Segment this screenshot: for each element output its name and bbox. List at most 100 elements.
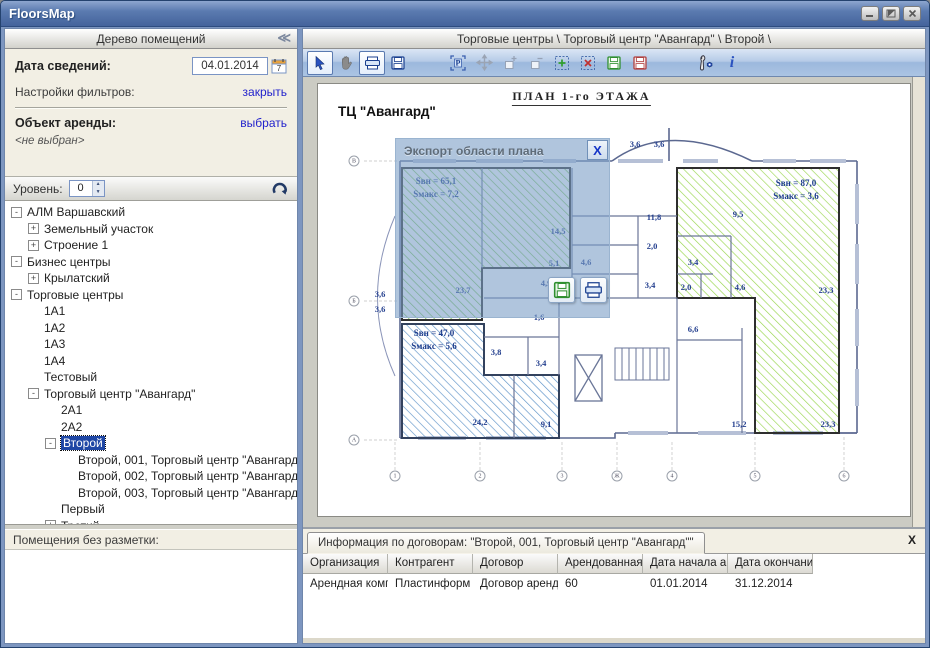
level-stepper[interactable]: 0 ▲ ▼ (69, 180, 105, 197)
region-zoom-in-button[interactable] (497, 51, 523, 75)
collapse-icon[interactable]: - (11, 289, 22, 300)
tree-item[interactable]: + Строение 1 (5, 237, 297, 254)
tree-item[interactable]: -Торговые центры (5, 287, 297, 304)
tree-item-label[interactable]: Крылатский (44, 271, 110, 285)
calendar-icon[interactable]: 7 (271, 58, 287, 74)
expand-icon[interactable]: + (28, 273, 39, 284)
contracts-table-header: ОрганизацияКонтрагентДоговорАрендованная… (303, 554, 925, 574)
app-window: FloorsMap Дерево помещений ≪ Дата сведен… (0, 0, 930, 648)
expand-icon[interactable]: + (28, 240, 39, 251)
tree-item[interactable]: Второй, 003, Торговый центр "Авангард" (5, 485, 297, 502)
tree-item[interactable]: Первый (5, 501, 297, 518)
tree-item[interactable]: 2А1 (5, 402, 297, 419)
tree-item-label[interactable]: Тестовый (44, 370, 97, 384)
tree-item-label[interactable]: 1А3 (44, 337, 65, 351)
region-delete-button[interactable] (575, 51, 601, 75)
level-down-icon[interactable]: ▼ (93, 189, 104, 197)
tree-item[interactable]: -Бизнес центры (5, 254, 297, 271)
settings-button[interactable] (693, 51, 719, 75)
tree-item[interactable]: -Торговый центр "Авангард" (5, 386, 297, 403)
tree-item-label[interactable]: АЛМ Варшавский (27, 205, 125, 219)
tree-item-label[interactable]: Торговые центры (27, 288, 123, 302)
floor-plan-sheet[interactable]: ПЛАН 1-го ЭТАЖА ТЦ "Авангард" 3,63,63,63… (317, 83, 911, 517)
column-header[interactable]: Организация (303, 554, 388, 574)
tree-item[interactable]: 1А2 (5, 320, 297, 337)
export-print-button[interactable] (580, 277, 607, 303)
collapse-icon[interactable]: - (11, 207, 22, 218)
tools-icon (697, 54, 715, 72)
tree-item[interactable]: Тестовый (5, 369, 297, 386)
tree-item-label[interactable]: Первый (61, 502, 105, 516)
region-move-button[interactable] (471, 51, 497, 75)
filters-label: Настройки фильтров: (15, 85, 135, 99)
collapse-icon[interactable]: - (45, 438, 56, 449)
region-select-button[interactable]: P (445, 51, 471, 75)
save-icon (390, 55, 406, 71)
minimize-button[interactable] (861, 6, 879, 21)
pan-tool-button[interactable] (333, 51, 359, 75)
tree-item-label[interactable]: Бизнес центры (27, 255, 111, 269)
tree-item[interactable]: 1А4 (5, 353, 297, 370)
close-button[interactable] (903, 6, 921, 21)
region-add-button[interactable] (549, 51, 575, 75)
premises-panel-header: Дерево помещений ≪ (5, 29, 297, 49)
tree-item[interactable]: 1А3 (5, 336, 297, 353)
column-header[interactable]: Арендованная ... (558, 554, 643, 574)
tree-item-label[interactable]: 2А1 (61, 403, 82, 417)
dimension-label: 3,6 (654, 139, 665, 149)
grid-axis-marker: 1 (390, 471, 401, 482)
export-close-button[interactable]: X (587, 140, 608, 160)
info-button[interactable]: i (719, 51, 745, 75)
region-zoom-out-button[interactable] (523, 51, 549, 75)
region-cancel-button[interactable] (627, 51, 653, 75)
tree-item[interactable]: 1А1 (5, 303, 297, 320)
tree-item[interactable]: Второй, 002, Торговый центр "Авангард" (5, 468, 297, 485)
save-image-button[interactable] (385, 51, 411, 75)
maximize-button[interactable] (882, 6, 900, 21)
export-region-overlay[interactable]: Экспорт области плана X (395, 138, 610, 318)
tree-item[interactable]: -АЛМ Варшавский (5, 204, 297, 221)
level-up-icon[interactable]: ▲ (93, 181, 104, 189)
select-tool-button[interactable] (307, 51, 333, 75)
tree-item-label[interactable]: Строение 1 (44, 238, 108, 252)
contracts-close-button[interactable]: X (908, 534, 916, 546)
tree-item[interactable]: + Земельный участок (5, 221, 297, 238)
refresh-icon[interactable] (271, 180, 289, 197)
tree-item-label[interactable]: Торговый центр "Авангард" (44, 387, 195, 401)
level-label: Уровень: (13, 182, 63, 196)
tree-item-label[interactable]: 2А2 (61, 420, 82, 434)
dimension-label: 3,4 (645, 280, 656, 290)
expand-icon[interactable]: + (28, 223, 39, 234)
tree-item-label[interactable]: Второй, 001, Торговый центр "Авангард" (78, 453, 297, 467)
tree-item-label[interactable]: Второй, 003, Торговый центр "Авангард" (78, 486, 297, 500)
rent-object-label: Объект аренды: (15, 116, 116, 130)
filters-close-link[interactable]: закрыть (243, 85, 287, 99)
date-input[interactable] (192, 57, 268, 75)
tree-item-label[interactable]: Второй (61, 436, 105, 450)
tree-item-label[interactable]: 1А2 (44, 321, 65, 335)
tree-item[interactable]: 2А2 (5, 419, 297, 436)
tree-item-label[interactable]: 1А1 (44, 304, 65, 318)
tree-item[interactable]: -Второй (5, 435, 297, 452)
collapse-icon[interactable]: - (11, 256, 22, 267)
tree-item[interactable]: Второй, 001, Торговый центр "Авангард" (5, 452, 297, 469)
contracts-table-row[interactable]: Арендная компа...ПластинформДоговор арен… (303, 575, 925, 594)
dimension-label: 23,3 (821, 419, 836, 429)
region-save-button[interactable] (601, 51, 627, 75)
tree-item[interactable]: + Крылатский (5, 270, 297, 287)
rent-select-link[interactable]: выбрать (240, 116, 287, 130)
column-header[interactable]: Дата начала ар... (643, 554, 728, 574)
print-tool-button[interactable] (359, 51, 385, 75)
tree-item-label[interactable]: Земельный участок (44, 222, 153, 236)
tree-item-label[interactable]: Второй, 002, Торговый центр "Авангард" (78, 469, 297, 483)
contracts-tab[interactable]: Информация по договорам: "Второй, 001, Т… (307, 532, 705, 554)
collapse-panel-button[interactable]: ≪ (277, 30, 291, 46)
export-save-button[interactable] (548, 277, 575, 303)
column-header[interactable]: Контрагент (388, 554, 473, 574)
grid-axis-marker: В (349, 156, 360, 167)
collapse-icon[interactable]: - (28, 388, 39, 399)
tree-item-label[interactable]: 1А4 (44, 354, 65, 368)
column-header[interactable]: Договор (473, 554, 558, 574)
column-header[interactable]: Дата окончани... (728, 554, 813, 574)
dimension-label: 24,2 (473, 417, 488, 427)
